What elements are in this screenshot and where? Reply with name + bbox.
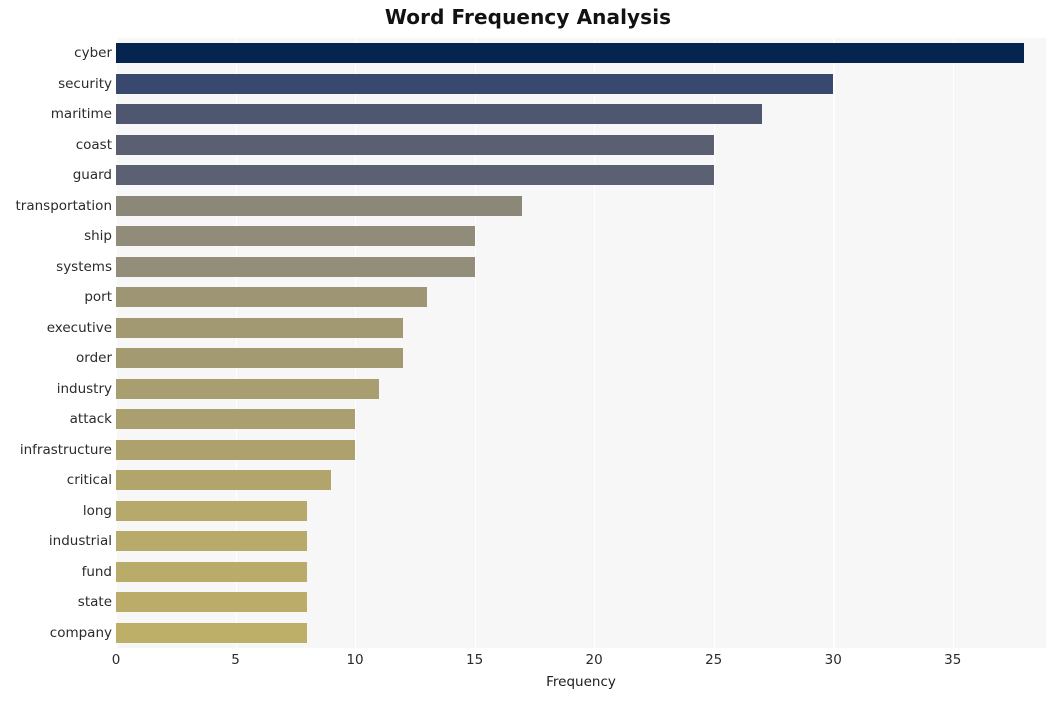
bar-company <box>116 622 308 643</box>
y-tick-label-industrial: industrial <box>48 533 112 550</box>
y-tick-label-cyber: cyber <box>74 45 112 62</box>
bar-long <box>116 500 308 521</box>
bar-row <box>116 73 1046 94</box>
bar-row <box>116 439 1046 460</box>
x-tick-label-0: 0 <box>111 652 121 668</box>
plot-area <box>116 38 1046 648</box>
y-tick-label-industry: industry <box>56 380 112 397</box>
bar-row <box>116 287 1046 308</box>
bar-guard <box>116 165 714 186</box>
x-axis-label: Frequency <box>546 674 616 690</box>
bar-row <box>116 195 1046 216</box>
bar-critical <box>116 470 332 491</box>
y-tick-label-infrastructure: infrastructure <box>19 441 112 458</box>
bar-row <box>116 256 1046 277</box>
y-tick-label-state: state <box>77 594 112 611</box>
bar-row <box>116 622 1046 643</box>
y-tick-label-attack: attack <box>69 411 112 428</box>
y-tick-label-long: long <box>82 502 112 519</box>
bar-attack <box>116 409 356 430</box>
bar-industrial <box>116 531 308 552</box>
x-tick-label-25: 25 <box>705 652 723 668</box>
x-tick-label-20: 20 <box>585 652 603 668</box>
bar-row <box>116 378 1046 399</box>
x-tick-label-5: 5 <box>231 652 240 668</box>
bar-cyber <box>116 43 1025 64</box>
bar-coast <box>116 134 714 155</box>
x-tick-label-15: 15 <box>466 652 484 668</box>
bar-maritime <box>116 104 762 125</box>
x-tick-label-30: 30 <box>824 652 842 668</box>
bar-row <box>116 470 1046 491</box>
bar-series <box>116 38 1046 648</box>
bar-row <box>116 500 1046 521</box>
y-tick-label-security: security <box>58 75 112 92</box>
bar-order <box>116 348 403 369</box>
y-tick-label-executive: executive <box>46 319 112 336</box>
y-tick-label-fund: fund <box>81 563 112 580</box>
bar-industry <box>116 378 379 399</box>
y-tick-label-transportation: transportation <box>15 197 112 214</box>
bar-row <box>116 561 1046 582</box>
bar-executive <box>116 317 403 338</box>
x-tick-label-10: 10 <box>346 652 364 668</box>
y-tick-label-order: order <box>76 350 112 367</box>
bar-row <box>116 104 1046 125</box>
chart-figure: Word Frequency Analysis cyber security mar… <box>0 0 1056 701</box>
bar-row <box>116 592 1046 613</box>
bar-ship <box>116 226 475 247</box>
bar-row <box>116 531 1046 552</box>
y-tick-label-company: company <box>49 624 112 641</box>
bar-row <box>116 226 1046 247</box>
y-axis-tick-labels: cyber security maritime coast guard transport… <box>0 38 112 648</box>
bar-row <box>116 409 1046 430</box>
y-tick-label-port: port <box>84 289 112 306</box>
x-axis-tick-labels: 0 5 10 15 20 25 30 35 <box>0 652 1056 674</box>
chart-title: Word Frequency Analysis <box>384 5 672 29</box>
bar-port <box>116 287 427 308</box>
y-tick-label-critical: critical <box>66 472 112 489</box>
bar-state <box>116 592 308 613</box>
bar-infrastructure <box>116 439 356 460</box>
y-tick-label-maritime: maritime <box>50 106 112 123</box>
bar-systems <box>116 256 475 277</box>
bar-row <box>116 317 1046 338</box>
y-tick-label-coast: coast <box>75 136 112 153</box>
y-tick-label-ship: ship <box>84 228 112 245</box>
bar-fund <box>116 561 308 582</box>
y-tick-label-guard: guard <box>72 167 112 184</box>
bar-row <box>116 165 1046 186</box>
x-tick-label-35: 35 <box>944 652 962 668</box>
y-tick-label-systems: systems <box>56 258 112 275</box>
bar-row <box>116 134 1046 155</box>
bar-row <box>116 348 1046 369</box>
bar-security <box>116 73 834 94</box>
bar-transportation <box>116 195 523 216</box>
bar-row <box>116 43 1046 64</box>
